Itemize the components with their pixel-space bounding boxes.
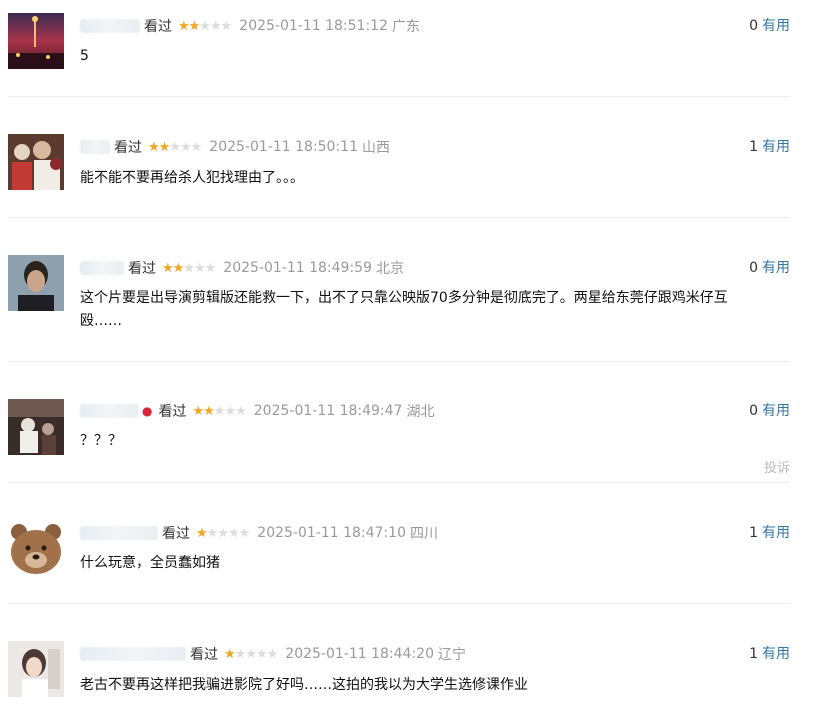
- useful-button[interactable]: 有用: [762, 18, 790, 34]
- useful-count: 0: [749, 403, 758, 419]
- rating-stars: ★★★★★★★★★★: [224, 646, 278, 662]
- review-time: 2025-01-11 18:51:12: [239, 18, 388, 34]
- review-content: 这个片要是出导演剪辑版还能救一下，出不了只靠公映版70多分钟是彻底完了。两星给东…: [80, 290, 728, 329]
- useful-count: 0: [749, 18, 758, 34]
- watched-label: 看过: [114, 140, 142, 156]
- review-location: 四川: [409, 526, 438, 542]
- useful-count: 0: [749, 260, 758, 276]
- useful-button[interactable]: 有用: [762, 403, 790, 419]
- review-time: 2025-01-11 18:50:11: [209, 139, 358, 155]
- rating-stars: ★★★★★★★★★★: [178, 18, 232, 34]
- useful-button[interactable]: 有用: [762, 260, 790, 276]
- review-content: 什么玩意，全员蠢如猪: [80, 555, 220, 571]
- review-location: 湖北: [406, 404, 435, 420]
- avatar[interactable]: [8, 641, 64, 697]
- review-content: 能不能不要再给杀人犯找理由了。。。: [80, 170, 304, 186]
- useful-vote: 1 有用: [730, 643, 790, 665]
- useful-count: 1: [749, 525, 758, 541]
- review-time: 2025-01-11 18:49:59: [223, 260, 372, 276]
- username-blurred[interactable]: [80, 404, 138, 418]
- username-blurred[interactable]: [80, 140, 110, 154]
- review-location: 辽宁: [437, 647, 466, 663]
- avatar[interactable]: [8, 13, 64, 69]
- watched-label: 看过: [158, 404, 187, 420]
- watched-label: 看过: [128, 261, 156, 277]
- review-content: 5: [80, 48, 89, 64]
- avatar[interactable]: [8, 520, 64, 576]
- review-content: ？？？: [80, 433, 122, 449]
- watched-label: 看过: [162, 526, 190, 542]
- useful-vote: 1 有用: [730, 522, 790, 544]
- review-meta: 看过 ★★★★★★★★★★ 2025-01-11 18:44:20 辽宁: [80, 643, 466, 665]
- review-time: 2025-01-11 18:47:10: [257, 525, 406, 541]
- review-time: 2025-01-11 18:44:20: [285, 646, 434, 662]
- avatar[interactable]: [8, 255, 64, 311]
- divider: [8, 96, 790, 97]
- divider: [8, 603, 790, 604]
- useful-count: 1: [749, 139, 758, 155]
- useful-vote: 1 有用: [730, 136, 790, 158]
- rating-stars: ★★★★★★★★★★: [196, 525, 250, 541]
- review-content: 老古不要再这样把我骗进影院了好吗……这拍的我以为大学生选修课作业: [80, 677, 528, 693]
- review-meta: 看过 ★★★★★★★★★★ 2025-01-11 18:51:12 广东: [80, 15, 420, 37]
- review-meta: 看过 ★★★★★★★★★★ 2025-01-11 18:47:10 四川: [80, 522, 438, 544]
- watched-label: 看过: [190, 647, 218, 663]
- divider: [8, 361, 790, 362]
- username-blurred[interactable]: [80, 526, 158, 540]
- useful-vote: 0 有用: [730, 257, 790, 279]
- useful-button[interactable]: 有用: [762, 525, 790, 541]
- report-button[interactable]: 投诉: [750, 457, 790, 476]
- useful-vote: 0 有用: [730, 400, 790, 422]
- review-meta: ● 看过 ★★★★★★★★★★ 2025-01-11 18:49:47 湖北: [80, 400, 434, 422]
- useful-button[interactable]: 有用: [762, 646, 790, 662]
- rating-stars: ★★★★★★★★★★: [162, 260, 216, 276]
- divider: [8, 217, 790, 218]
- avatar[interactable]: [8, 399, 64, 455]
- review-location: 山西: [361, 140, 390, 156]
- rating-stars: ★★★★★★★★★★: [148, 139, 202, 155]
- watched-label: 看过: [144, 19, 172, 35]
- username-blurred[interactable]: [80, 261, 124, 275]
- review-meta: 看过 ★★★★★★★★★★ 2025-01-11 18:49:59 北京: [80, 257, 404, 279]
- review-location: 广东: [391, 19, 420, 35]
- avatar[interactable]: [8, 134, 64, 190]
- divider: [8, 482, 790, 483]
- review-location: 北京: [375, 261, 404, 277]
- review-time: 2025-01-11 18:49:47: [253, 403, 403, 419]
- useful-count: 1: [749, 646, 758, 662]
- strawberry-icon: ●: [142, 404, 153, 418]
- review-meta: 看过 ★★★★★★★★★★ 2025-01-11 18:50:11 山西: [80, 136, 390, 158]
- rating-stars: ★★★★★★★★★★: [192, 403, 246, 419]
- username-blurred[interactable]: [80, 647, 186, 661]
- username-blurred[interactable]: [80, 19, 140, 33]
- useful-button[interactable]: 有用: [762, 139, 790, 155]
- useful-vote: 0 有用: [730, 15, 790, 37]
